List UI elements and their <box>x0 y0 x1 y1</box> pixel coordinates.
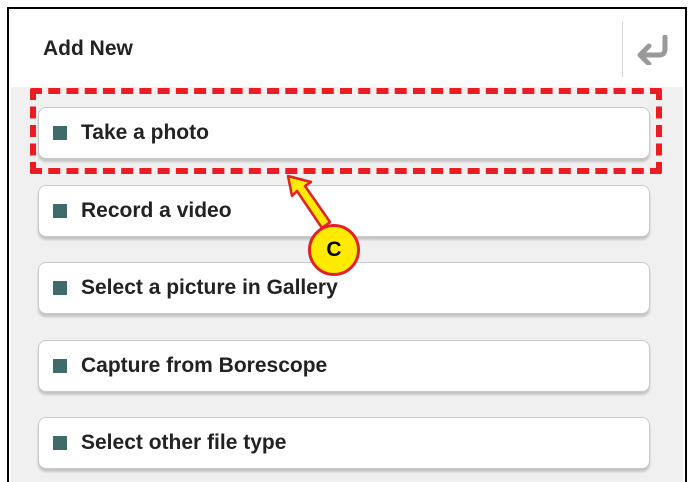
callout-badge: C <box>308 224 360 276</box>
